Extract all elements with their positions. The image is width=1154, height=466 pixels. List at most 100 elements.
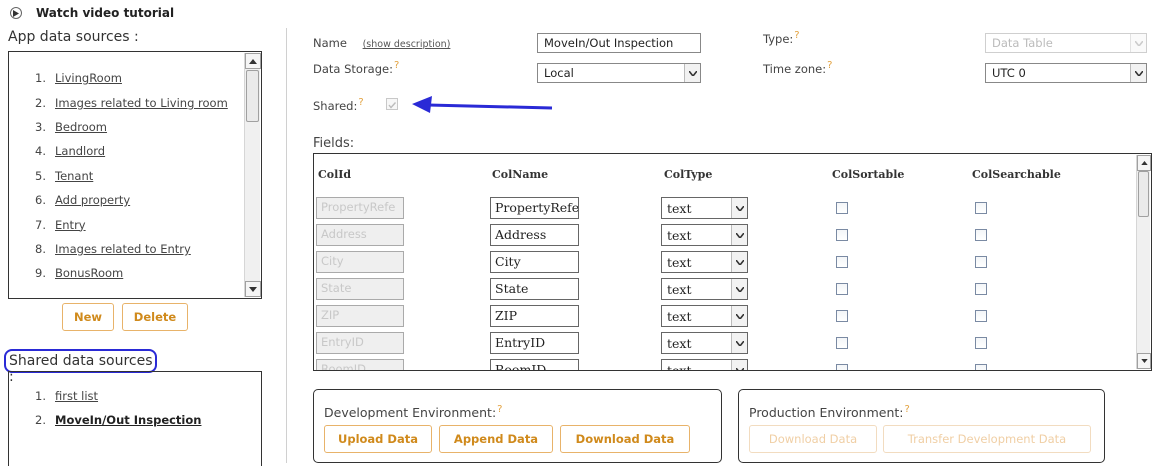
list-item[interactable]: 2. Images related to Living room xyxy=(35,90,243,114)
sortable-checkbox[interactable] xyxy=(836,229,848,241)
append-data-button[interactable]: Append Data xyxy=(439,425,553,453)
coltype-select[interactable]: text xyxy=(661,359,748,370)
colid-field: EntryID xyxy=(316,332,404,354)
searchable-checkbox[interactable] xyxy=(975,202,987,214)
colname-input[interactable]: RoomID xyxy=(490,359,579,370)
searchable-checkbox[interactable] xyxy=(975,364,987,370)
chevron-down-icon[interactable] xyxy=(731,198,747,218)
searchable-checkbox[interactable] xyxy=(975,256,987,268)
coltype-select[interactable]: text xyxy=(661,224,748,246)
chevron-down-icon[interactable] xyxy=(731,252,747,272)
chevron-down-icon xyxy=(1130,34,1146,52)
list-item-number: 2. xyxy=(35,413,46,427)
list-item-number: 5. xyxy=(35,168,46,183)
prod-help-icon[interactable]: ? xyxy=(905,404,910,415)
app-sources-list: 1. LivingRoom 2. Images related to Living r… xyxy=(8,51,262,299)
upload-data-button[interactable]: Upload Data xyxy=(324,425,432,453)
colname-input[interactable]: Address xyxy=(490,224,579,246)
fields-scrollbar[interactable] xyxy=(1136,155,1151,369)
list-item-link[interactable]: Landlord xyxy=(55,144,105,158)
app-sources-scrollbar[interactable] xyxy=(244,53,261,297)
list-item[interactable]: 1. LivingRoom xyxy=(35,66,243,90)
colname-input[interactable]: State xyxy=(490,278,579,300)
searchable-checkbox[interactable] xyxy=(975,229,987,241)
divider xyxy=(286,28,287,463)
new-button[interactable]: New xyxy=(62,303,114,331)
coltype-select[interactable]: text xyxy=(661,197,748,219)
list-item-link[interactable]: LivingRoom xyxy=(55,71,122,85)
coltype-select[interactable]: text xyxy=(661,278,748,300)
scroll-down-icon[interactable] xyxy=(245,281,261,297)
sortable-checkbox[interactable] xyxy=(836,310,848,322)
download-data-button[interactable]: Download Data xyxy=(560,425,690,453)
list-item[interactable]: 6. Add property xyxy=(35,188,243,212)
fields-grid: ColId ColName ColType ColSortable ColSea… xyxy=(313,153,1152,371)
table-row: ZIP ZIP text xyxy=(314,302,1134,329)
list-item-link[interactable]: Entry xyxy=(55,218,86,232)
list-item-link[interactable]: Tenant xyxy=(55,169,93,183)
shared-help-icon[interactable]: ? xyxy=(358,97,363,108)
list-item-link[interactable]: Images related to Living room xyxy=(55,96,228,110)
scroll-up-icon[interactable] xyxy=(1137,155,1151,171)
name-input[interactable]: MoveIn/Out Inspection xyxy=(537,33,701,53)
list-item-number: 6. xyxy=(35,193,46,208)
coltype-select[interactable]: text xyxy=(661,305,748,327)
searchable-checkbox[interactable] xyxy=(975,337,987,349)
chevron-down-icon[interactable] xyxy=(684,64,700,82)
show-description-link[interactable]: (show description) xyxy=(363,39,451,50)
list-item[interactable]: 4. Landlord xyxy=(35,139,243,163)
list-item[interactable]: 3. Bedroom xyxy=(35,115,243,139)
colname-input[interactable]: PropertyRefe xyxy=(490,197,579,219)
chevron-down-icon[interactable] xyxy=(1130,64,1146,82)
chevron-down-icon[interactable] xyxy=(731,360,747,370)
list-item[interactable]: 7. Entry xyxy=(35,212,243,236)
dev-help-icon[interactable]: ? xyxy=(497,404,502,415)
colname-input[interactable]: City xyxy=(490,251,579,273)
list-item[interactable]: 8. Images related to Entry xyxy=(35,237,243,261)
list-item-link[interactable]: Add property xyxy=(55,193,130,207)
list-item-link[interactable]: Images related to Entry xyxy=(55,242,191,256)
watch-tutorial-link[interactable]: Watch video tutorial xyxy=(10,6,174,20)
type-help-icon[interactable]: ? xyxy=(794,30,799,41)
list-item[interactable]: 9. BonusRoom xyxy=(35,261,243,285)
chevron-down-icon[interactable] xyxy=(731,333,747,353)
sortable-checkbox[interactable] xyxy=(836,337,848,349)
colname-input[interactable]: ZIP xyxy=(490,305,579,327)
chevron-down-icon[interactable] xyxy=(731,225,747,245)
sortable-checkbox[interactable] xyxy=(836,202,848,214)
searchable-checkbox[interactable] xyxy=(975,283,987,295)
coltype-value: text xyxy=(667,281,692,297)
sortable-checkbox[interactable] xyxy=(836,283,848,295)
type-label: Type:? xyxy=(763,30,800,46)
coltype-select[interactable]: text xyxy=(661,251,748,273)
coltype-select[interactable]: text xyxy=(661,332,748,354)
searchable-checkbox[interactable] xyxy=(975,310,987,322)
delete-button[interactable]: Delete xyxy=(122,303,188,331)
sortable-checkbox[interactable] xyxy=(836,256,848,268)
sortable-checkbox[interactable] xyxy=(836,364,848,370)
list-item-link[interactable]: MoveIn/Out Inspection xyxy=(55,413,201,427)
list-item-link[interactable]: BonusRoom xyxy=(55,266,123,280)
shared-checkbox[interactable] xyxy=(386,98,398,110)
shared-list-item[interactable]: 2. MoveIn/Out Inspection xyxy=(35,408,261,432)
chevron-down-icon[interactable] xyxy=(731,306,747,326)
storage-select[interactable]: Local xyxy=(537,63,701,83)
chevron-down-icon[interactable] xyxy=(731,279,747,299)
timezone-help-icon[interactable]: ? xyxy=(827,60,832,71)
colname-input[interactable]: EntryID xyxy=(490,332,579,354)
list-item-number: 1. xyxy=(35,71,46,86)
scroll-up-icon[interactable] xyxy=(245,53,261,69)
shared-list-item[interactable]: 1. first list xyxy=(35,384,261,408)
tutorial-label: Watch video tutorial xyxy=(36,6,175,20)
timezone-select[interactable]: UTC 0 xyxy=(985,63,1147,83)
prod-download-data-button: Download Data xyxy=(749,425,877,453)
storage-help-icon[interactable]: ? xyxy=(394,60,399,71)
list-item-link[interactable]: Bedroom xyxy=(55,120,107,134)
list-item-number: 4. xyxy=(35,144,46,159)
list-item[interactable]: 5. Tenant xyxy=(35,164,243,188)
type-select: Data Table xyxy=(985,33,1147,53)
list-item-link[interactable]: first list xyxy=(55,389,98,403)
scroll-thumb[interactable] xyxy=(246,70,259,122)
scroll-thumb[interactable] xyxy=(1138,171,1149,217)
scroll-down-icon[interactable] xyxy=(1137,353,1151,369)
